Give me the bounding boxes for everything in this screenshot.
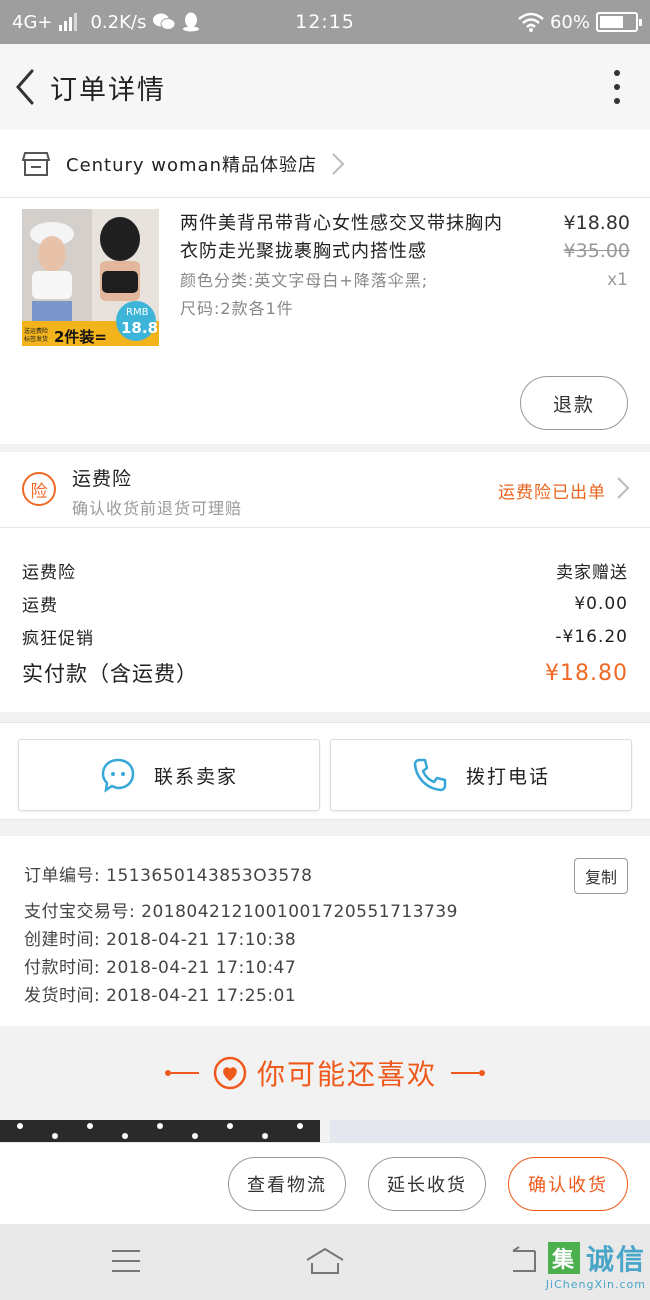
total-label: 实付款（含运费） bbox=[22, 662, 198, 686]
insurance-title: 运费险 bbox=[72, 468, 133, 490]
product-title[interactable]: 两件美背吊带背心女性感交叉带抹胸内衣防走光聚拢裹胸式内搭性感 bbox=[180, 210, 520, 266]
paid-time: 付款时间: 2018-04-21 17:10:47 bbox=[24, 958, 297, 978]
sku-color: 颜色分类:英文字母白+降落伞黑; bbox=[180, 271, 429, 290]
bottom-action-bar: 查看物流 延长收货 确认收货 bbox=[0, 1142, 650, 1224]
order-item: 送运费险 标签发货 2件装= RMB 18.8 两件美背吊带背心女性感交叉带抹胸内… bbox=[0, 198, 650, 444]
shipped-time: 发货时间: 2018-04-21 17:25:01 bbox=[24, 986, 297, 1006]
product-thumbnail[interactable]: 送运费险 标签发货 2件装= RMB 18.8 bbox=[22, 209, 159, 346]
original-price: ¥35.00 bbox=[563, 240, 630, 262]
battery-icon bbox=[596, 12, 642, 32]
recommend-title: 你可能还喜欢 bbox=[256, 1058, 437, 1091]
back-arrow-icon bbox=[16, 69, 34, 105]
more-menu-button[interactable] bbox=[612, 70, 622, 104]
insurance-status: 运费险已出单 bbox=[498, 483, 606, 503]
recommend-item-image[interactable] bbox=[0, 1120, 320, 1144]
status-bar: 4G+ 0.2K/s 12:15 60% bbox=[0, 0, 650, 44]
recommend-item-image[interactable] bbox=[330, 1120, 650, 1144]
fee-summary: 运费险 卖家赠送 运费 ¥0.00 疯狂促销 -¥16.20 实付款（含运费） … bbox=[0, 528, 650, 712]
created-time: 创建时间: 2018-04-21 17:10:38 bbox=[24, 930, 297, 950]
shop-row[interactable]: Century woman精品体验店 bbox=[0, 130, 650, 198]
shop-icon bbox=[22, 151, 50, 176]
chevron-right-icon bbox=[617, 477, 630, 499]
copy-order-number-button[interactable]: 复制 bbox=[574, 858, 628, 894]
phone-icon bbox=[413, 758, 447, 792]
contact-seller-label: 联系卖家 bbox=[153, 765, 238, 788]
total-value: ¥18.80 bbox=[545, 660, 628, 686]
alipay-trade-number: 支付宝交易号: 2018042121001001720551713739 bbox=[24, 902, 458, 922]
page-title: 订单详情 bbox=[50, 74, 166, 106]
shop-name: Century woman精品体验店 bbox=[66, 154, 317, 176]
recommend-images bbox=[0, 1120, 650, 1144]
contact-seller-button[interactable]: 联系卖家 bbox=[18, 739, 320, 811]
call-phone-button[interactable]: 拨打电话 bbox=[330, 739, 632, 811]
fee-row-insurance: 运费险 卖家赠送 bbox=[22, 563, 628, 583]
refund-button[interactable]: 退款 bbox=[520, 376, 628, 430]
view-logistics-button[interactable]: 查看物流 bbox=[228, 1157, 346, 1211]
product-quantity: x1 bbox=[607, 270, 628, 290]
order-number: 订单编号: 1513650143853O3578 bbox=[24, 866, 313, 886]
product-price: ¥18.80 bbox=[563, 212, 630, 234]
nav-header: 订单详情 bbox=[0, 44, 650, 130]
recommend-header: 你可能还喜欢 bbox=[0, 1026, 650, 1120]
insurance-subtitle: 确认收货前退货可理赔 bbox=[72, 499, 243, 518]
watermark-logo: 集诚信 JiChengXin.com bbox=[545, 1242, 646, 1291]
heart-icon bbox=[213, 1056, 247, 1090]
thumb-badge-price: 18.8 bbox=[121, 319, 159, 337]
fee-row-promotion: 疯狂促销 -¥16.20 bbox=[22, 626, 628, 650]
fee-row-shipping: 运费 ¥0.00 bbox=[22, 593, 628, 617]
chevron-right-icon bbox=[332, 152, 345, 175]
contact-section: 联系卖家 拨打电话 bbox=[0, 722, 650, 820]
clock: 12:15 bbox=[295, 11, 355, 33]
thumb-badge-rmb: RMB bbox=[126, 307, 149, 318]
extend-receipt-button[interactable]: 延长收货 bbox=[368, 1157, 486, 1211]
total-paid-row: 实付款（含运费） ¥18.80 bbox=[22, 653, 628, 693]
back-nav-icon[interactable] bbox=[505, 1246, 539, 1276]
sku-size: 尺码:2款各1件 bbox=[180, 299, 294, 318]
insurance-badge: 险 bbox=[22, 472, 56, 506]
confirm-receipt-button[interactable]: 确认收货 bbox=[508, 1157, 628, 1211]
call-phone-label: 拨打电话 bbox=[465, 765, 550, 788]
chat-bubble-icon bbox=[101, 758, 135, 793]
thumb-badge-main: 2件装= bbox=[54, 328, 108, 346]
back-button[interactable] bbox=[0, 44, 50, 130]
home-icon[interactable] bbox=[305, 1246, 345, 1276]
thumb-badge-note: 送运费险 标签发货 bbox=[24, 328, 49, 343]
product-sku: 颜色分类:英文字母白+降落伞黑; 尺码:2款各1件 bbox=[180, 267, 510, 323]
shipping-insurance-row[interactable]: 险 运费险 确认收货前退货可理赔 运费险已出单 bbox=[0, 452, 650, 528]
menu-icon[interactable] bbox=[110, 1246, 142, 1276]
order-info: 订单编号: 1513650143853O3578 支付宝交易号: 2018042… bbox=[0, 836, 650, 1026]
system-nav-bar: 集诚信 JiChengXin.com bbox=[0, 1224, 650, 1300]
